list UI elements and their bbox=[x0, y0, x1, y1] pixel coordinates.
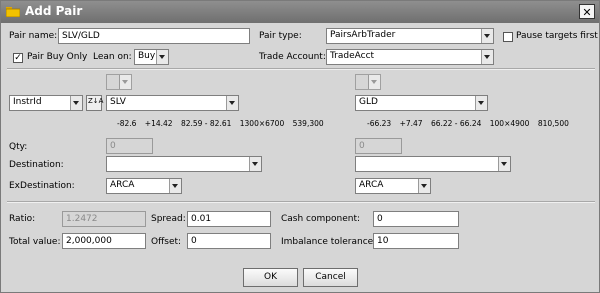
chevron-down-icon bbox=[498, 157, 510, 171]
chevron-down-icon bbox=[481, 50, 493, 64]
offset-label: Offset: bbox=[151, 237, 182, 247]
trade-account-select[interactable]: TradeAcct bbox=[326, 49, 494, 65]
pair-type-select[interactable]: PairsArbTrader bbox=[326, 28, 494, 44]
right-leg-exdestination: ARCA bbox=[359, 180, 384, 190]
left-leg-exdestination-select[interactable]: ARCA bbox=[106, 178, 182, 194]
close-button[interactable]: ✕ bbox=[579, 4, 595, 19]
right-leg-change-points: +7.47 bbox=[399, 119, 423, 128]
left-leg-change-points: +14.42 bbox=[144, 119, 173, 128]
right-leg-volume: 810,500 bbox=[537, 119, 569, 128]
left-leg-symbol: SLV bbox=[110, 97, 126, 107]
total-value-input[interactable]: 2,000,000 bbox=[62, 233, 146, 249]
offset-input[interactable]: 0 bbox=[187, 233, 271, 249]
chevron-down-icon bbox=[418, 179, 430, 193]
right-leg-size: 100×4900 bbox=[489, 119, 530, 128]
left-leg-change: -82.6 bbox=[117, 119, 137, 128]
add-pair-dialog: Add Pair ✕ Pair name: SLV/GLD Pair type:… bbox=[0, 0, 600, 293]
right-leg-prefix-select[interactable] bbox=[355, 74, 381, 90]
divider bbox=[7, 68, 595, 70]
lean-on-label: Lean on: bbox=[93, 52, 132, 62]
instr-id-value: InstrId bbox=[13, 97, 42, 107]
destination-label: Destination: bbox=[9, 160, 64, 170]
ok-button[interactable]: OK bbox=[243, 268, 298, 287]
spread-input[interactable]: 0.01 bbox=[187, 211, 271, 227]
left-leg-quote: -82.6 +14.42 82.59 - 82.61 1300×6700 539… bbox=[117, 119, 330, 128]
window-title: Add Pair bbox=[25, 4, 83, 18]
pair-type-label: Pair type: bbox=[259, 31, 302, 41]
chevron-down-icon bbox=[119, 75, 131, 89]
pair-name-label: Pair name: bbox=[9, 31, 58, 41]
exdestination-label: ExDestination: bbox=[9, 181, 75, 191]
pair-buy-only-checkbox[interactable]: ✓ bbox=[13, 53, 23, 63]
cash-component-label: Cash component: bbox=[281, 214, 361, 224]
chevron-down-icon bbox=[368, 75, 380, 89]
chevron-down-icon bbox=[169, 179, 181, 193]
lean-on-select[interactable]: Buy bbox=[134, 49, 169, 65]
trade-account-label: Trade Account: bbox=[259, 52, 326, 62]
left-leg-exdestination: ARCA bbox=[110, 180, 135, 190]
pair-type-value: PairsArbTrader bbox=[330, 30, 396, 40]
chevron-down-icon bbox=[226, 96, 238, 110]
pair-name-input[interactable]: SLV/GLD bbox=[58, 28, 250, 44]
cancel-button[interactable]: Cancel bbox=[303, 268, 358, 287]
chevron-down-icon bbox=[70, 96, 82, 110]
ratio-label: Ratio: bbox=[9, 214, 36, 224]
right-leg-quote: -66.23 +7.47 66.22 - 66.24 100×4900 810,… bbox=[367, 119, 575, 128]
sort-icon: Z↓A bbox=[88, 97, 104, 105]
left-leg-prefix-select[interactable] bbox=[106, 74, 132, 90]
right-leg-destination-select[interactable] bbox=[355, 156, 511, 172]
spread-label: Spread: bbox=[151, 214, 186, 224]
chevron-down-icon bbox=[475, 96, 487, 110]
lean-on-value: Buy bbox=[138, 51, 156, 61]
ratio-input[interactable]: 1.2472 bbox=[62, 211, 146, 227]
chevron-down-icon bbox=[249, 157, 261, 171]
pair-buy-only-label: Pair Buy Only bbox=[27, 52, 88, 62]
imbalance-tolerance-input[interactable]: 10 bbox=[373, 233, 459, 249]
total-value-label: Total value: bbox=[9, 237, 61, 247]
pause-targets-label: Pause targets first bbox=[516, 31, 598, 41]
folder-icon bbox=[6, 7, 20, 17]
right-leg-qty-input[interactable]: 0 bbox=[355, 138, 402, 154]
right-leg-symbol: GLD bbox=[359, 97, 378, 107]
sort-button[interactable]: Z↓A bbox=[86, 95, 104, 111]
right-leg-symbol-select[interactable]: GLD bbox=[355, 95, 488, 111]
right-leg-exdestination-select[interactable]: ARCA bbox=[355, 178, 431, 194]
left-leg-symbol-select[interactable]: SLV bbox=[106, 95, 239, 111]
left-leg-qty-input[interactable]: 0 bbox=[106, 138, 153, 154]
qty-label: Qty: bbox=[9, 142, 28, 152]
left-leg-bid-ask: 82.59 - 82.61 bbox=[180, 119, 232, 128]
divider bbox=[7, 201, 595, 203]
left-leg-size: 1300×6700 bbox=[239, 119, 285, 128]
pause-targets-checkbox[interactable] bbox=[503, 32, 513, 42]
imbalance-tolerance-label: Imbalance tolerance: bbox=[281, 237, 377, 247]
trade-account-value: TradeAcct bbox=[330, 51, 375, 61]
right-leg-bid-ask: 66.22 - 66.24 bbox=[430, 119, 482, 128]
title-bar[interactable]: Add Pair ✕ bbox=[1, 1, 599, 23]
left-leg-destination-select[interactable] bbox=[106, 156, 262, 172]
chevron-down-icon bbox=[481, 29, 493, 43]
cash-component-input[interactable]: 0 bbox=[373, 211, 459, 227]
left-leg-volume: 539,300 bbox=[292, 119, 324, 128]
close-icon: ✕ bbox=[582, 6, 592, 19]
instr-id-select[interactable]: InstrId bbox=[9, 95, 83, 111]
right-leg-change: -66.23 bbox=[367, 119, 392, 128]
chevron-down-icon bbox=[156, 50, 168, 64]
